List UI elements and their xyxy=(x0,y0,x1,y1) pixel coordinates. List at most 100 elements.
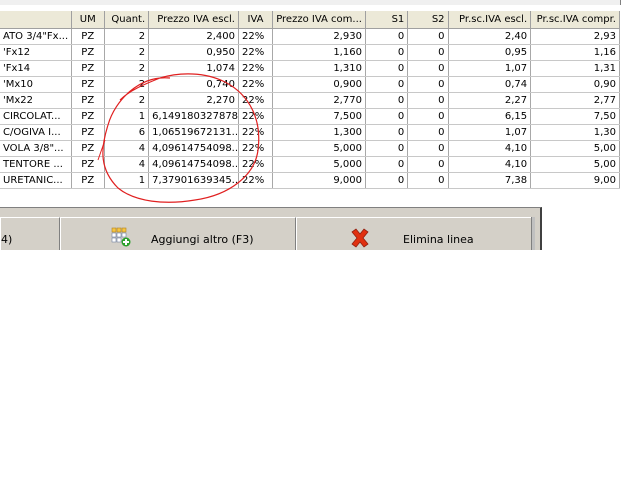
cell-price_excl[interactable]: 7,37901639345... xyxy=(148,172,239,189)
table-row[interactable]: CIRCOLAT... PZ 1 6,149180327878 22% 7,500 0 0 6,… xyxy=(0,108,620,125)
table-row[interactable]: VOLA 3/8"... PZ 4 4,09614754098... 22% 5,000 0… xyxy=(0,140,620,157)
cell-s2[interactable]: 0 xyxy=(407,156,449,173)
cell-qty[interactable]: 2 xyxy=(104,92,150,109)
cell-prsc_excl[interactable]: 0,95 xyxy=(448,44,532,61)
cell-um[interactable]: PZ xyxy=(71,156,105,173)
column-header-iva[interactable]: IVA xyxy=(238,11,274,29)
cell-s2[interactable]: 0 xyxy=(407,92,449,109)
cell-price_incl[interactable]: 9,000 xyxy=(272,172,366,189)
cell-price_incl[interactable]: 0,900 xyxy=(272,76,366,93)
cell-s1[interactable]: 0 xyxy=(365,124,409,141)
cell-um[interactable]: PZ xyxy=(71,172,105,189)
cell-qty[interactable]: 2 xyxy=(104,44,150,61)
cell-prsc_incl[interactable]: 7,50 xyxy=(530,108,620,125)
cell-price_excl[interactable]: 1,074 xyxy=(148,60,239,77)
column-header-qty[interactable]: Quant. xyxy=(104,11,150,29)
table-row[interactable]: URETANIC... PZ 1 7,37901639345... 22% 9,000 0 0… xyxy=(0,172,620,189)
column-header-prsc_incl[interactable]: Pr.sc.IVA compr. xyxy=(530,11,620,29)
column-header-price_incl[interactable]: Prezzo IVA com... xyxy=(272,11,366,29)
cell-price_incl[interactable]: 1,160 xyxy=(272,44,366,61)
cell-iva[interactable]: 22% xyxy=(238,156,274,173)
cell-iva[interactable]: 22% xyxy=(238,92,274,109)
cell-s1[interactable]: 0 xyxy=(365,108,409,125)
previous-action-button[interactable]: 4) xyxy=(0,217,60,250)
cell-s2[interactable]: 0 xyxy=(407,140,449,157)
cell-desc[interactable]: 'Fx14 xyxy=(0,60,72,77)
cell-prsc_excl[interactable]: 2,27 xyxy=(448,92,532,109)
cell-s1[interactable]: 0 xyxy=(365,28,409,45)
cell-qty[interactable]: 4 xyxy=(104,156,150,173)
cell-s1[interactable]: 0 xyxy=(365,140,409,157)
cell-prsc_excl[interactable]: 4,10 xyxy=(448,156,532,173)
cell-s1[interactable]: 0 xyxy=(365,92,409,109)
cell-price_excl[interactable]: 0,950 xyxy=(148,44,239,61)
add-other-button[interactable]: Aggiungi altro (F3) xyxy=(60,217,296,250)
cell-um[interactable]: PZ xyxy=(71,108,105,125)
cell-prsc_incl[interactable]: 2,77 xyxy=(530,92,620,109)
cell-desc[interactable]: 'Fx12 xyxy=(0,44,72,61)
table-row[interactable]: 'Fx12 PZ 2 0,950 22% 1,160 0 0 0,95 1,16 xyxy=(0,44,620,61)
cell-qty[interactable]: 4 xyxy=(104,140,150,157)
cell-prsc_excl[interactable]: 1,07 xyxy=(448,124,532,141)
cell-price_excl[interactable]: 4,09614754098... xyxy=(148,140,239,157)
column-header-desc[interactable] xyxy=(0,11,72,29)
cell-s2[interactable]: 0 xyxy=(407,44,449,61)
cell-qty[interactable]: 2 xyxy=(104,28,150,45)
cell-qty[interactable]: 6 xyxy=(104,124,150,141)
cell-qty[interactable]: 1 xyxy=(104,172,150,189)
cell-qty[interactable]: 2 xyxy=(104,76,150,93)
cell-s1[interactable]: 0 xyxy=(365,76,409,93)
delete-line-button[interactable]: Elimina linea xyxy=(296,217,532,250)
cell-s2[interactable]: 0 xyxy=(407,28,449,45)
cell-prsc_excl[interactable]: 1,07 xyxy=(448,60,532,77)
cell-qty[interactable]: 2 xyxy=(104,60,150,77)
cell-price_excl[interactable]: 2,400 xyxy=(148,28,239,45)
cell-s2[interactable]: 0 xyxy=(407,76,449,93)
cell-prsc_incl[interactable]: 1,16 xyxy=(530,44,620,61)
cell-desc[interactable]: C/OGIVA I... xyxy=(0,124,72,141)
cell-prsc_incl[interactable]: 1,31 xyxy=(530,60,620,77)
cell-iva[interactable]: 22% xyxy=(238,76,274,93)
cell-um[interactable]: PZ xyxy=(71,92,105,109)
cell-desc[interactable]: TENTORE ... xyxy=(0,156,72,173)
cell-s2[interactable]: 0 xyxy=(407,108,449,125)
cell-s1[interactable]: 0 xyxy=(365,172,409,189)
cell-desc[interactable]: VOLA 3/8"... xyxy=(0,140,72,157)
cell-prsc_incl[interactable]: 9,00 xyxy=(530,172,620,189)
cell-s1[interactable]: 0 xyxy=(365,60,409,77)
cell-s1[interactable]: 0 xyxy=(365,44,409,61)
cell-iva[interactable]: 22% xyxy=(238,108,274,125)
cell-um[interactable]: PZ xyxy=(71,76,105,93)
cell-um[interactable]: PZ xyxy=(71,28,105,45)
cell-price_incl[interactable]: 5,000 xyxy=(272,140,366,157)
cell-s2[interactable]: 0 xyxy=(407,60,449,77)
table-row[interactable]: 'Mx10 PZ 2 0,740 22% 0,900 0 0 0,74 0,90 xyxy=(0,76,620,93)
cell-s2[interactable]: 0 xyxy=(407,124,449,141)
cell-prsc_incl[interactable]: 0,90 xyxy=(530,76,620,93)
cell-iva[interactable]: 22% xyxy=(238,172,274,189)
column-header-prsc_excl[interactable]: Pr.sc.IVA escl. xyxy=(448,11,532,29)
cell-prsc_incl[interactable]: 5,00 xyxy=(530,156,620,173)
cell-um[interactable]: PZ xyxy=(71,60,105,77)
cell-qty[interactable]: 1 xyxy=(104,108,150,125)
cell-price_excl[interactable]: 4,09614754098... xyxy=(148,156,239,173)
table-row[interactable]: ATO 3/4"Fx... PZ 2 2,400 22% 2,930 0 0 2,40 2,93 xyxy=(0,28,620,45)
cell-price_incl[interactable]: 1,310 xyxy=(272,60,366,77)
cell-prsc_incl[interactable]: 1,30 xyxy=(530,124,620,141)
cell-prsc_excl[interactable]: 2,40 xyxy=(448,28,532,45)
cell-iva[interactable]: 22% xyxy=(238,60,274,77)
cell-prsc_incl[interactable]: 5,00 xyxy=(530,140,620,157)
cell-desc[interactable]: 'Mx22 xyxy=(0,92,72,109)
cell-price_excl[interactable]: 2,270 xyxy=(148,92,239,109)
cell-prsc_excl[interactable]: 4,10 xyxy=(448,140,532,157)
table-row[interactable]: TENTORE ... PZ 4 4,09614754098... 22% 5,000 0 0… xyxy=(0,156,620,173)
cell-um[interactable]: PZ xyxy=(71,44,105,61)
cell-desc[interactable]: CIRCOLAT... xyxy=(0,108,72,125)
column-header-price_excl[interactable]: Prezzo IVA escl. xyxy=(148,11,239,29)
cell-desc[interactable]: URETANIC... xyxy=(0,172,72,189)
cell-iva[interactable]: 22% xyxy=(238,28,274,45)
cell-um[interactable]: PZ xyxy=(71,124,105,141)
cell-iva[interactable]: 22% xyxy=(238,44,274,61)
cell-price_incl[interactable]: 1,300 xyxy=(272,124,366,141)
table-row[interactable]: 'Fx14 PZ 2 1,074 22% 1,310 0 0 1,07 1,31 xyxy=(0,60,620,77)
